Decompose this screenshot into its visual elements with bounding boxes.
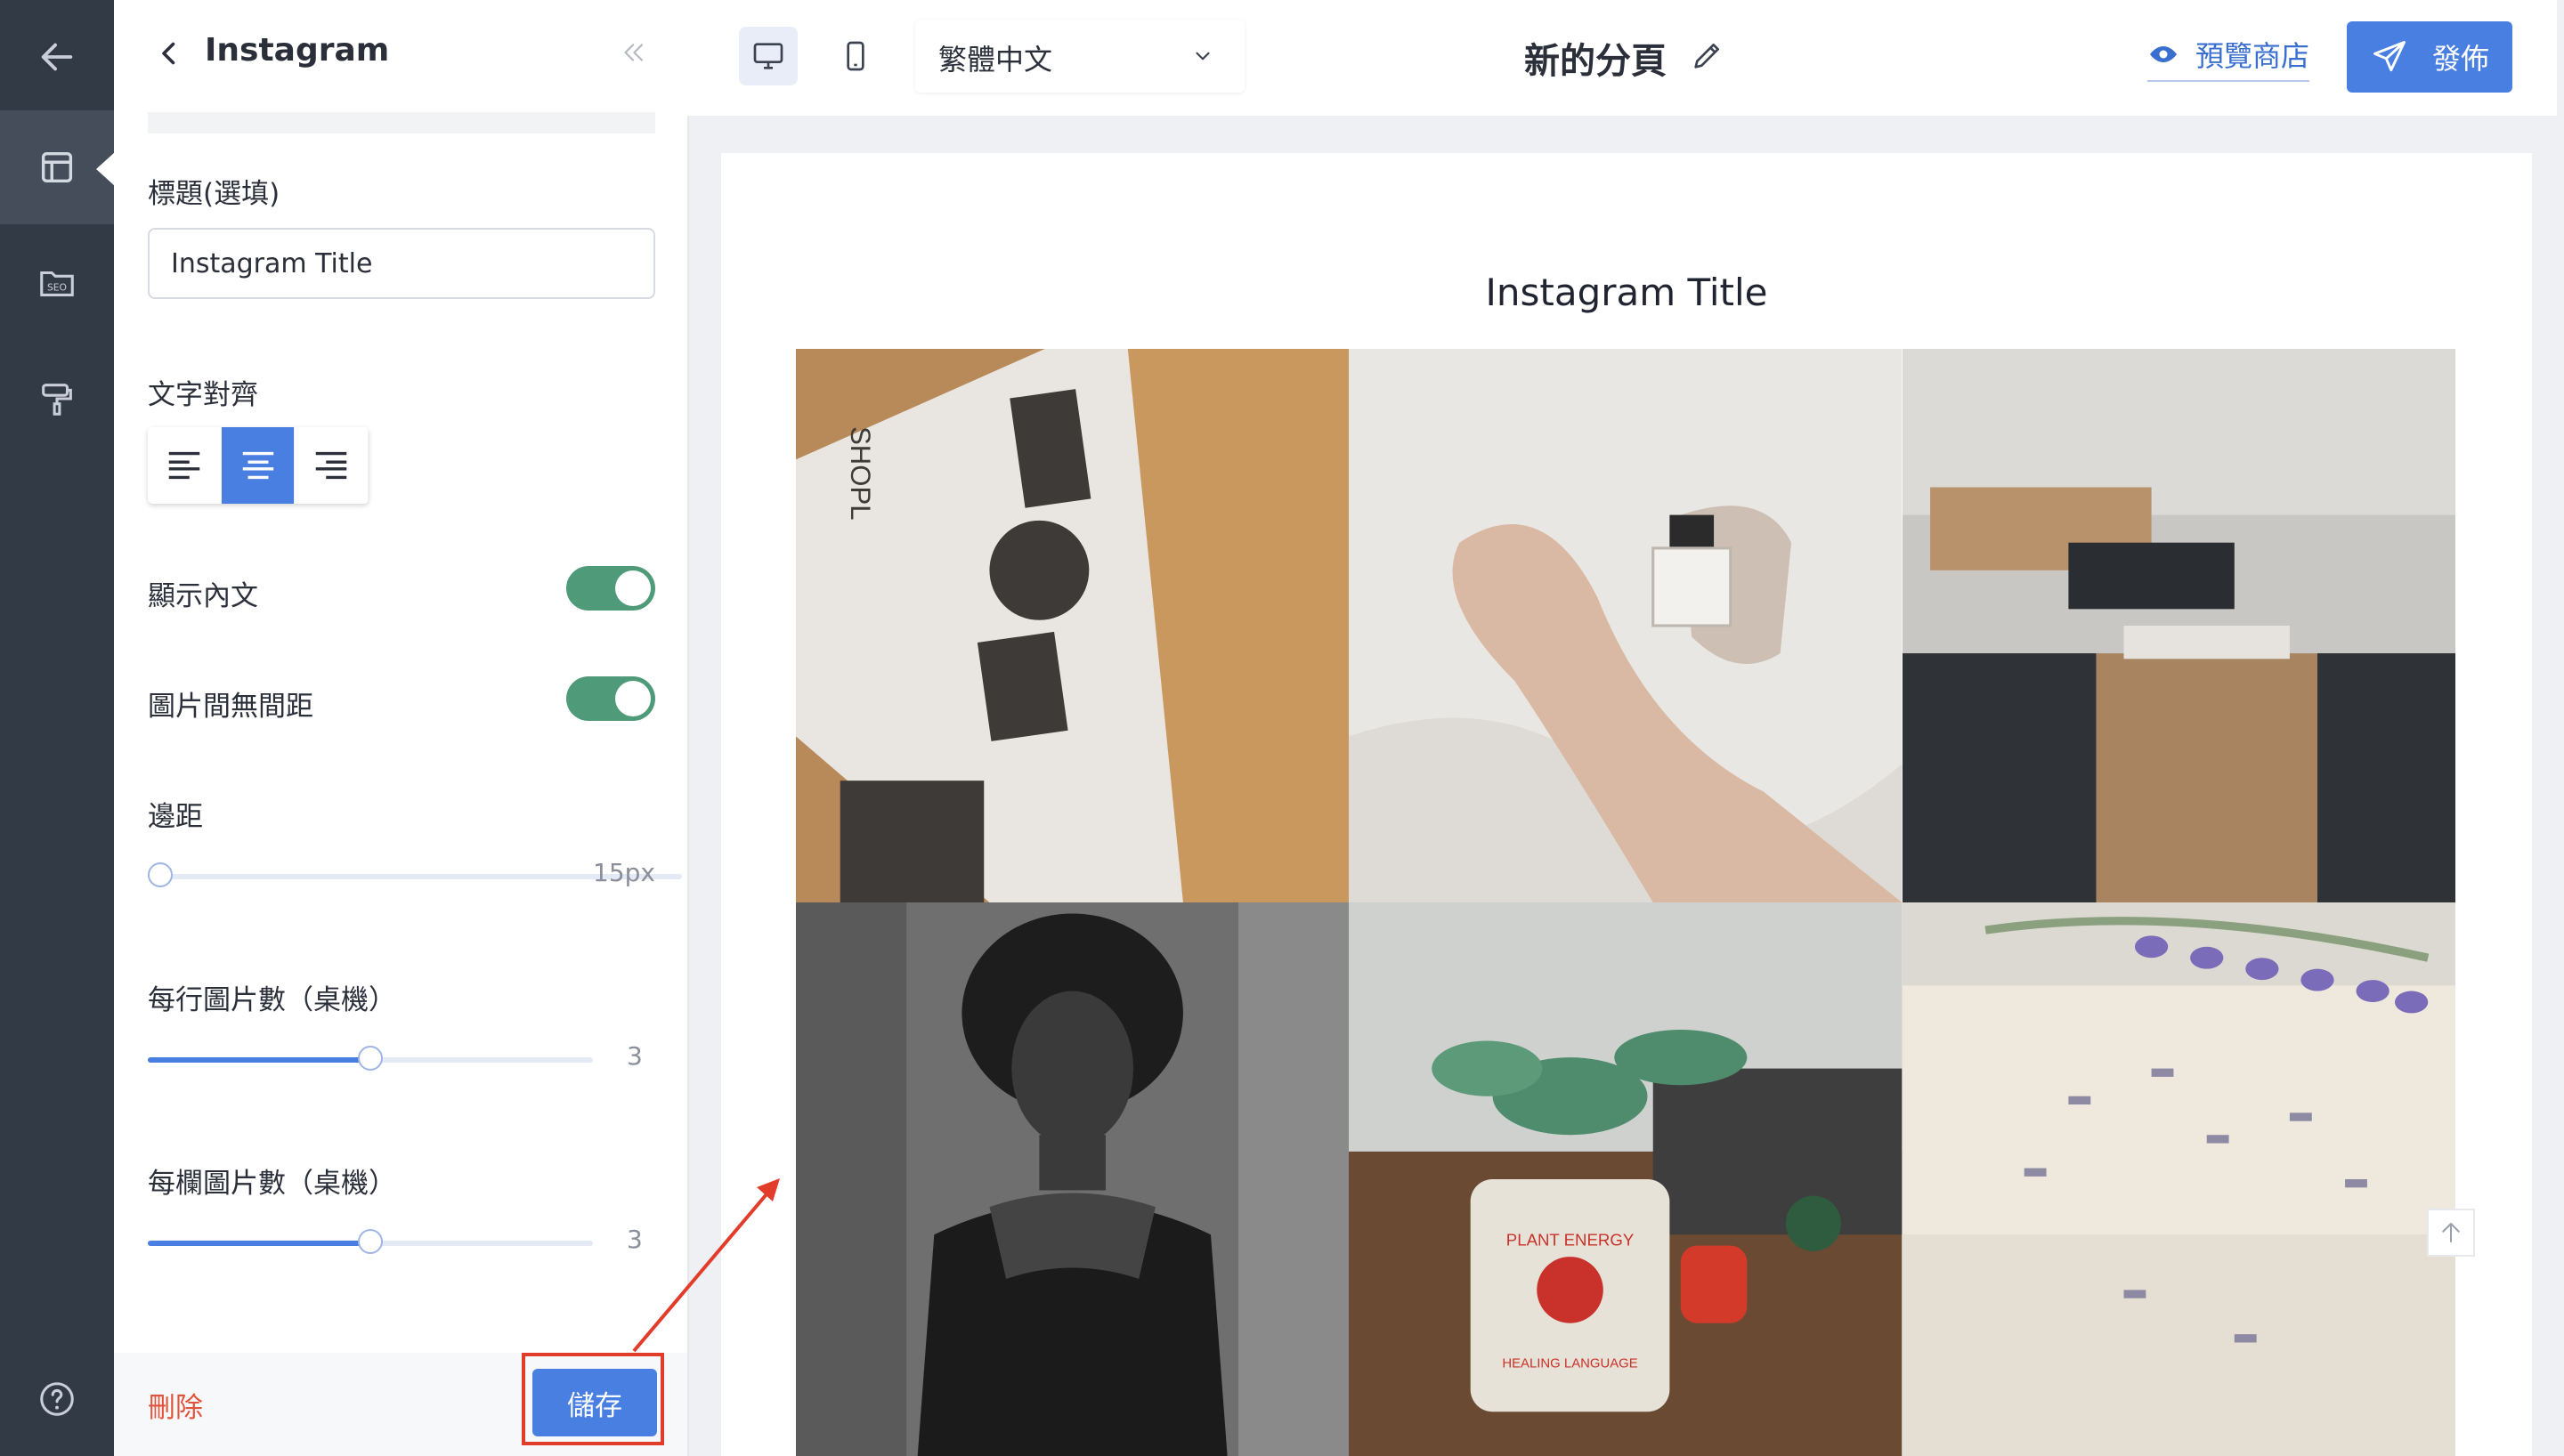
back-button[interactable] — [0, 0, 114, 114]
language-value: 繁體中文 — [938, 43, 1053, 77]
plant-energy-image: PLANT ENERGY HEALING LANGUAGE — [1349, 902, 1903, 1456]
tile-shopline-banner[interactable]: SHOPL — [796, 349, 1350, 902]
layout-icon — [41, 151, 73, 183]
per-col-slider-fill — [148, 1241, 370, 1246]
page-name: 新的分頁 — [1524, 41, 1667, 82]
show-text-toggle[interactable] — [566, 566, 655, 611]
per-col-slider[interactable] — [148, 1229, 593, 1254]
save-button[interactable]: 儲存 — [532, 1369, 657, 1436]
desktop-view-button[interactable] — [739, 27, 798, 85]
per-col-slider-thumb[interactable] — [358, 1229, 383, 1254]
icon-rail: SEO — [0, 0, 116, 1456]
preview-store-label: 預覽商店 — [2195, 39, 2310, 73]
panel-header: Instagram — [114, 0, 687, 107]
previous-section-edge — [148, 112, 655, 133]
align-center-icon — [242, 451, 273, 480]
show-text-label: 顯示內文 — [148, 580, 258, 612]
mobile-view-button[interactable] — [826, 27, 885, 85]
tile-lavender-soap[interactable] — [1902, 902, 2455, 1456]
align-left-icon — [168, 451, 200, 480]
svg-text:SHOPL: SHOPL — [845, 426, 876, 520]
align-center-button[interactable] — [221, 427, 296, 504]
tile-portrait[interactable] — [796, 902, 1350, 1456]
per-row-slider-fill — [148, 1057, 370, 1063]
settings-panel: Instagram 標題(選填) 文字對齊 顯示內文 圖片間無間距 邊距 15p… — [114, 0, 689, 1456]
help-icon — [40, 1382, 74, 1416]
align-left-button[interactable] — [148, 427, 222, 504]
align-right-icon — [315, 451, 347, 480]
language-select[interactable]: 繁體中文 — [915, 20, 1245, 93]
svg-text:PLANT ENERGY: PLANT ENERGY — [1506, 1231, 1635, 1250]
tile-office[interactable] — [1902, 349, 2455, 902]
pencil-icon[interactable] — [1690, 37, 1725, 73]
title-field-label: 標題(選填) — [148, 178, 280, 210]
delete-button[interactable]: 刪除 — [148, 1385, 203, 1425]
arrow-left-icon — [41, 43, 73, 71]
tile-perfume-hands[interactable] — [1349, 349, 1903, 902]
toggle-knob — [615, 681, 651, 716]
svg-text:SEO: SEO — [47, 282, 67, 294]
per-row-value: 3 — [627, 1041, 643, 1071]
chevron-left-icon[interactable] — [153, 37, 185, 69]
chevron-down-icon — [1196, 52, 1210, 61]
preview-store-link[interactable]: 預覽商店 — [2147, 34, 2310, 82]
rail-item-design[interactable] — [0, 342, 114, 456]
instagram-grid: SHOPL PLANT ENERGY HEALING LANGUAGE — [796, 349, 2455, 1456]
padding-value: 15px — [593, 858, 655, 887]
per-col-value: 3 — [627, 1225, 643, 1254]
padding-slider-thumb[interactable] — [148, 862, 173, 887]
publish-label: 發佈 — [2431, 42, 2489, 76]
per-row-slider-thumb[interactable] — [358, 1046, 383, 1071]
desktop-icon — [753, 43, 783, 69]
send-icon — [2373, 41, 2406, 72]
text-align-group — [148, 427, 369, 504]
instagram-title: Instagram Title — [1485, 271, 1768, 314]
title-input[interactable] — [148, 228, 655, 299]
toggle-knob — [615, 570, 651, 606]
arrow-up-icon — [2442, 1223, 2460, 1242]
mobile-icon — [847, 41, 864, 71]
help-button[interactable] — [0, 1342, 114, 1456]
top-bar: 繁體中文 新的分頁 預覽商店 發佈 — [687, 0, 2557, 116]
page-preview-canvas: Instagram Title SHOPL PLANT ENERGY HEALI… — [721, 153, 2532, 1456]
paint-roller-icon — [42, 384, 72, 416]
eye-icon — [2150, 46, 2177, 62]
panel-footer: 刪除 儲存 — [114, 1353, 687, 1456]
no-gap-label: 圖片間無間距 — [148, 691, 313, 723]
double-chevron-left-icon[interactable] — [618, 37, 648, 68]
text-align-label: 文字對齊 — [148, 379, 258, 411]
seo-folder-icon: SEO — [40, 271, 74, 296]
no-gap-toggle[interactable] — [566, 676, 655, 721]
tile-plant-energy[interactable]: PLANT ENERGY HEALING LANGUAGE — [1349, 902, 1903, 1456]
rail-item-seo[interactable]: SEO — [0, 226, 114, 340]
lavender-soap-image — [1902, 902, 2455, 1456]
svg-text:HEALING LANGUAGE: HEALING LANGUAGE — [1503, 1356, 1638, 1371]
portrait-image — [796, 902, 1350, 1456]
scroll-to-top-button[interactable] — [2427, 1209, 2475, 1257]
padding-label: 邊距 — [148, 801, 203, 833]
publish-button[interactable]: 發佈 — [2347, 21, 2512, 93]
per-col-label: 每欄圖片數（桌機） — [148, 1168, 396, 1200]
active-indicator — [96, 151, 116, 187]
per-row-label: 每行圖片數（桌機） — [148, 984, 396, 1016]
shopline-banner-image: SHOPL — [796, 349, 1350, 902]
office-image — [1902, 349, 2455, 902]
perfume-hands-image — [1349, 349, 1903, 902]
per-row-slider[interactable] — [148, 1046, 593, 1071]
panel-title: Instagram — [205, 32, 390, 69]
align-right-button[interactable] — [295, 427, 369, 504]
